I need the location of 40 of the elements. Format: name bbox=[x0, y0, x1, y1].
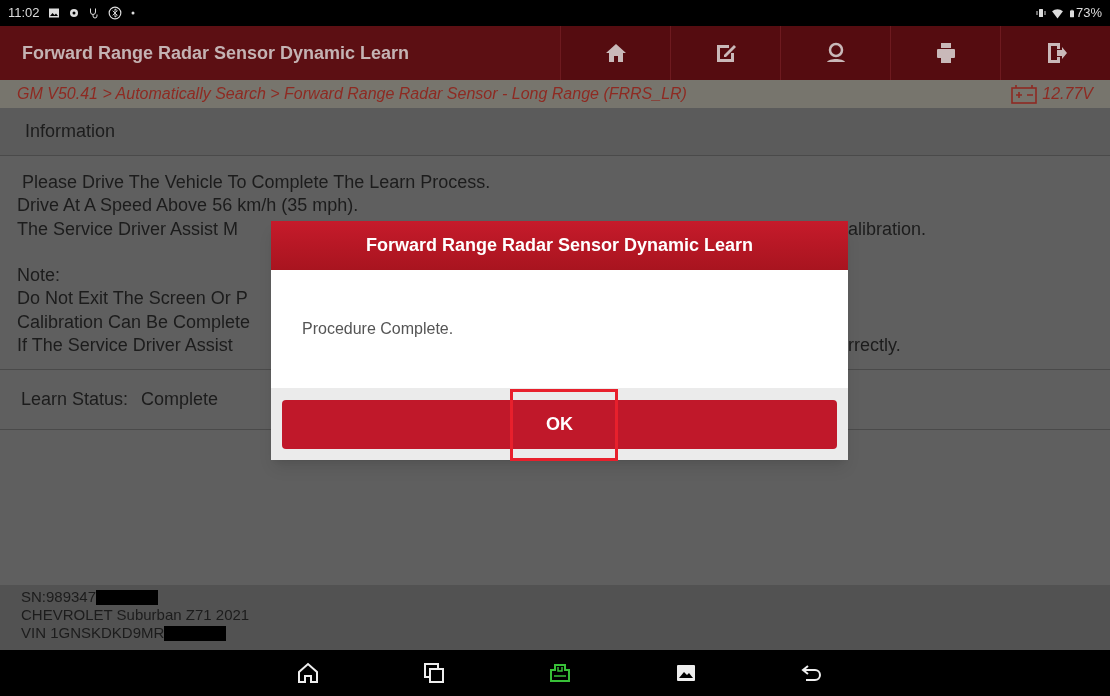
stethoscope-icon bbox=[87, 7, 100, 19]
info-text: Calibration Can Be Complete bbox=[17, 311, 251, 332]
info-text: rrectly. bbox=[848, 334, 901, 358]
info-text: Drive At A Speed Above 56 km/h (35 mph). bbox=[17, 195, 359, 216]
recent-apps-icon bbox=[422, 661, 446, 685]
home-icon bbox=[296, 661, 320, 685]
info-text: alibration. bbox=[848, 217, 927, 241]
battery-icon bbox=[1010, 84, 1039, 104]
dialog-title: Forward Range Radar Sensor Dynamic Learn bbox=[271, 221, 848, 270]
toolbar-button[interactable] bbox=[890, 26, 1000, 80]
info-text: The Service Driver Assist M bbox=[17, 218, 239, 239]
toolbar-button[interactable] bbox=[670, 26, 780, 80]
redaction-bar bbox=[164, 625, 227, 641]
nav-button[interactable] bbox=[295, 660, 321, 686]
gear-icon bbox=[67, 7, 80, 19]
toolbar-button[interactable] bbox=[1000, 26, 1110, 80]
redaction-bar bbox=[96, 589, 159, 605]
info-text: Note: bbox=[17, 265, 61, 286]
clock-time: 11:02 bbox=[8, 4, 40, 23]
toolbar-button[interactable] bbox=[780, 26, 890, 80]
image-icon bbox=[47, 7, 60, 19]
toolbar-button[interactable] bbox=[560, 26, 670, 80]
breadcrumb-path: GM V50.41 > Automatically Search > Forward Range Radar Sensor - Long Range (FRRS_LR) bbox=[17, 84, 688, 104]
info-text: If The Service Driver Assist bbox=[17, 335, 233, 356]
section-title: Information bbox=[25, 120, 116, 143]
nav-button[interactable] bbox=[421, 660, 447, 686]
voltage-reading: 12.77V bbox=[1042, 84, 1093, 104]
dot-icon bbox=[129, 10, 136, 16]
wifi-icon bbox=[1050, 6, 1064, 20]
bluetooth-icon bbox=[107, 6, 122, 20]
ok-button[interactable]: OK bbox=[282, 400, 837, 449]
info-text: Do Not Exit The Screen Or P bbox=[17, 288, 248, 309]
dialog-message: Procedure Complete. bbox=[302, 319, 454, 339]
battery-level: 73% bbox=[1075, 4, 1102, 23]
app-title: Forward Range Radar Sensor Dynamic Learn bbox=[21, 41, 411, 65]
status-value: Complete bbox=[141, 388, 219, 412]
vci-icon bbox=[548, 661, 572, 685]
status-label: Learn Status: bbox=[21, 388, 129, 412]
info-text: Please Drive The Vehicle To Complete The Learn Process. bbox=[21, 172, 491, 192]
vibrate-icon bbox=[1034, 7, 1047, 19]
